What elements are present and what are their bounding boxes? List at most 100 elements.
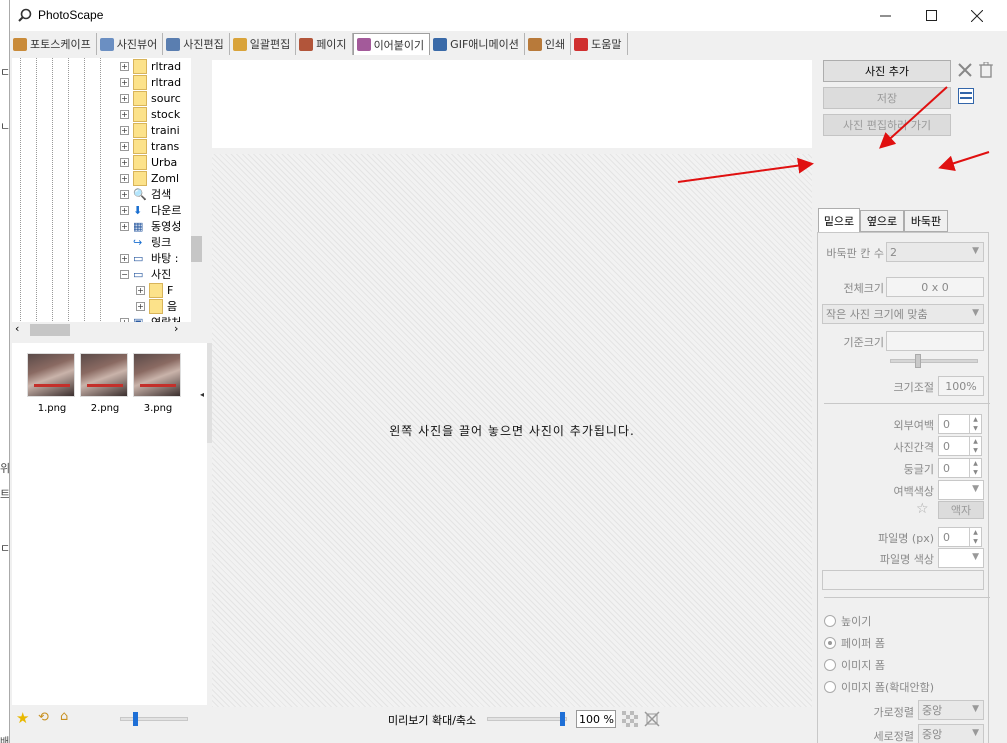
scrollbar-thumb[interactable] [191, 236, 202, 262]
spacing-stepper[interactable]: 0 ▲ ▼ [938, 436, 982, 456]
scroll-left-icon[interactable]: ‹ [15, 322, 19, 335]
thumbnail-image[interactable] [27, 353, 75, 397]
layout-radio[interactable]: 이미지 폼(확대안함) [824, 679, 934, 695]
tree-node[interactable]: + rltrad [120, 74, 181, 90]
thumbnail-size-slider[interactable] [120, 712, 188, 726]
add-photo-button[interactable]: 사진 추가 [823, 60, 951, 82]
radio-unchecked-icon[interactable] [824, 615, 836, 627]
layout-options-icon[interactable] [958, 88, 974, 104]
thumbnail-item[interactable]: 3.png [133, 353, 183, 414]
resize-field[interactable]: 100% [938, 376, 984, 396]
thumbnail-item[interactable]: 1.png [27, 353, 77, 414]
round-stepper[interactable]: 0 ▲ ▼ [938, 458, 982, 478]
go-edit-button[interactable]: 사진 편집하러 가기 [823, 114, 951, 136]
subtab-grid[interactable]: 바둑판 [904, 210, 948, 232]
subtab-down[interactable]: 밑으로 [818, 208, 860, 232]
expand-icon[interactable]: + [120, 189, 129, 199]
thumbnail-item[interactable]: 2.png [80, 353, 130, 414]
tree-node[interactable]: + Urba [120, 154, 177, 170]
scrollbar-thumb[interactable] [30, 324, 70, 336]
expand-icon[interactable]: + [120, 61, 129, 71]
base-size-slider[interactable] [890, 354, 978, 368]
main-tab-viewer[interactable]: 사진뷰어 [97, 33, 164, 55]
minimize-button[interactable] [862, 0, 908, 31]
tree-horizontal-scrollbar[interactable]: ‹ › [12, 322, 202, 338]
expand-icon[interactable]: + [120, 253, 129, 263]
main-tab-page[interactable]: 페이지 [296, 33, 353, 55]
main-tab-editor[interactable]: 사진편집 [163, 33, 230, 55]
main-tab-home[interactable]: 포토스케이프 [10, 33, 97, 55]
tree-node[interactable]: + 🔍 검색 [120, 186, 171, 202]
tree-node[interactable]: + ▦ 동영성 [120, 218, 181, 234]
slider-knob[interactable] [133, 712, 138, 726]
subtab-side[interactable]: 옆으로 [860, 210, 904, 232]
preview-zoom-slider[interactable] [487, 712, 567, 726]
tree-node[interactable]: + ⬇ 다운르 [120, 202, 181, 218]
layout-radio[interactable]: 높이기 [824, 613, 871, 629]
expand-icon[interactable]: + [120, 93, 129, 103]
stepper-arrows-icon[interactable]: ▲ ▼ [969, 459, 981, 477]
main-tab-combine[interactable]: 이어붙이기 [352, 33, 431, 55]
zoom-field[interactable]: 100 % [576, 710, 616, 728]
tree-node[interactable]: + sourc [120, 90, 181, 106]
radio-checked-icon[interactable] [824, 637, 836, 649]
expand-icon[interactable]: + [120, 77, 129, 87]
expand-icon[interactable]: + [136, 301, 145, 311]
checker-icon[interactable] [622, 711, 638, 727]
tree-node[interactable]: + traini [120, 122, 180, 138]
stepper-arrows-icon[interactable]: ▲ ▼ [969, 415, 981, 433]
tree-node[interactable]: + rltrad [120, 58, 181, 74]
layout-radio[interactable]: 이미지 폼 [824, 657, 885, 673]
tree-node[interactable]: + stock [120, 106, 180, 122]
tree-node[interactable]: + Zoml [120, 170, 179, 186]
tree-node[interactable]: + F [136, 282, 173, 298]
tree-node[interactable]: + trans [120, 138, 179, 154]
frame-button[interactable]: 액자 [938, 501, 984, 519]
refresh-icon[interactable]: ⟲ [38, 710, 49, 725]
stepper-arrows-icon[interactable]: ▲ ▼ [969, 437, 981, 455]
folder-open-icon[interactable]: ⌂ [60, 709, 68, 724]
fit-option-select[interactable]: 작은 사진 크기에 맞춤 ▼ [822, 304, 984, 324]
base-size-field[interactable] [886, 331, 984, 351]
expand-icon[interactable]: + [136, 285, 145, 295]
remove-all-icon[interactable] [957, 62, 973, 78]
text-field[interactable] [822, 570, 984, 590]
tree-node[interactable]: − ▭ 사진 [120, 266, 171, 282]
folder-tree[interactable]: + rltrad + rltrad + sourc + stock + traini + trans +… [12, 58, 202, 323]
filename-color-picker[interactable]: ▼ [938, 548, 984, 568]
outer-margin-stepper[interactable]: 0 ▲ ▼ [938, 414, 982, 434]
expand-icon[interactable]: + [120, 221, 129, 231]
scroll-right-icon[interactable]: › [174, 322, 178, 335]
expand-icon[interactable]: + [120, 205, 129, 215]
favorite-star-icon[interactable]: ★ [16, 709, 29, 727]
collapse-panel-icon[interactable]: ◂ [200, 390, 204, 399]
save-button[interactable]: 저장 [823, 87, 951, 109]
tree-node[interactable]: + 음 [136, 298, 177, 314]
slider-knob[interactable] [560, 712, 565, 726]
slider-knob[interactable] [915, 354, 921, 368]
expand-icon[interactable]: + [120, 173, 129, 183]
margin-color-picker[interactable]: ▼ [938, 480, 984, 500]
layout-radio[interactable]: 페이퍼 폼 [824, 635, 885, 651]
tree-node[interactable]: ↪ 링크 [120, 234, 171, 250]
maximize-button[interactable] [908, 0, 954, 31]
star-icon[interactable]: ☆ [916, 501, 929, 517]
thumbnail-image[interactable] [133, 353, 181, 397]
stepper-arrows-icon[interactable]: ▲ ▼ [969, 528, 981, 546]
combine-canvas[interactable]: 왼쪽 사진을 끌어 놓으면 사진이 추가됩니다. [212, 154, 812, 707]
thumbnail-image[interactable] [80, 353, 128, 397]
tree-node[interactable]: + ▭ 바탕 : [120, 250, 178, 266]
expand-icon[interactable]: + [120, 141, 129, 151]
fit-screen-icon[interactable] [644, 711, 660, 727]
tree-vertical-scrollbar[interactable] [191, 58, 202, 323]
main-tab-batch[interactable]: 일괄편집 [230, 33, 297, 55]
close-button[interactable] [954, 0, 1000, 31]
main-tab-help[interactable]: 도움말 [571, 33, 628, 55]
expand-icon[interactable]: + [120, 109, 129, 119]
main-tab-gif[interactable]: GIF애니메이션 [430, 33, 525, 55]
trash-icon[interactable] [979, 62, 993, 78]
main-tab-print[interactable]: 인쇄 [525, 33, 572, 55]
grid-cols-select[interactable]: 2 ▼ [886, 242, 984, 262]
radio-unchecked-icon[interactable] [824, 681, 836, 693]
filename-px-stepper[interactable]: 0 ▲ ▼ [938, 527, 982, 547]
